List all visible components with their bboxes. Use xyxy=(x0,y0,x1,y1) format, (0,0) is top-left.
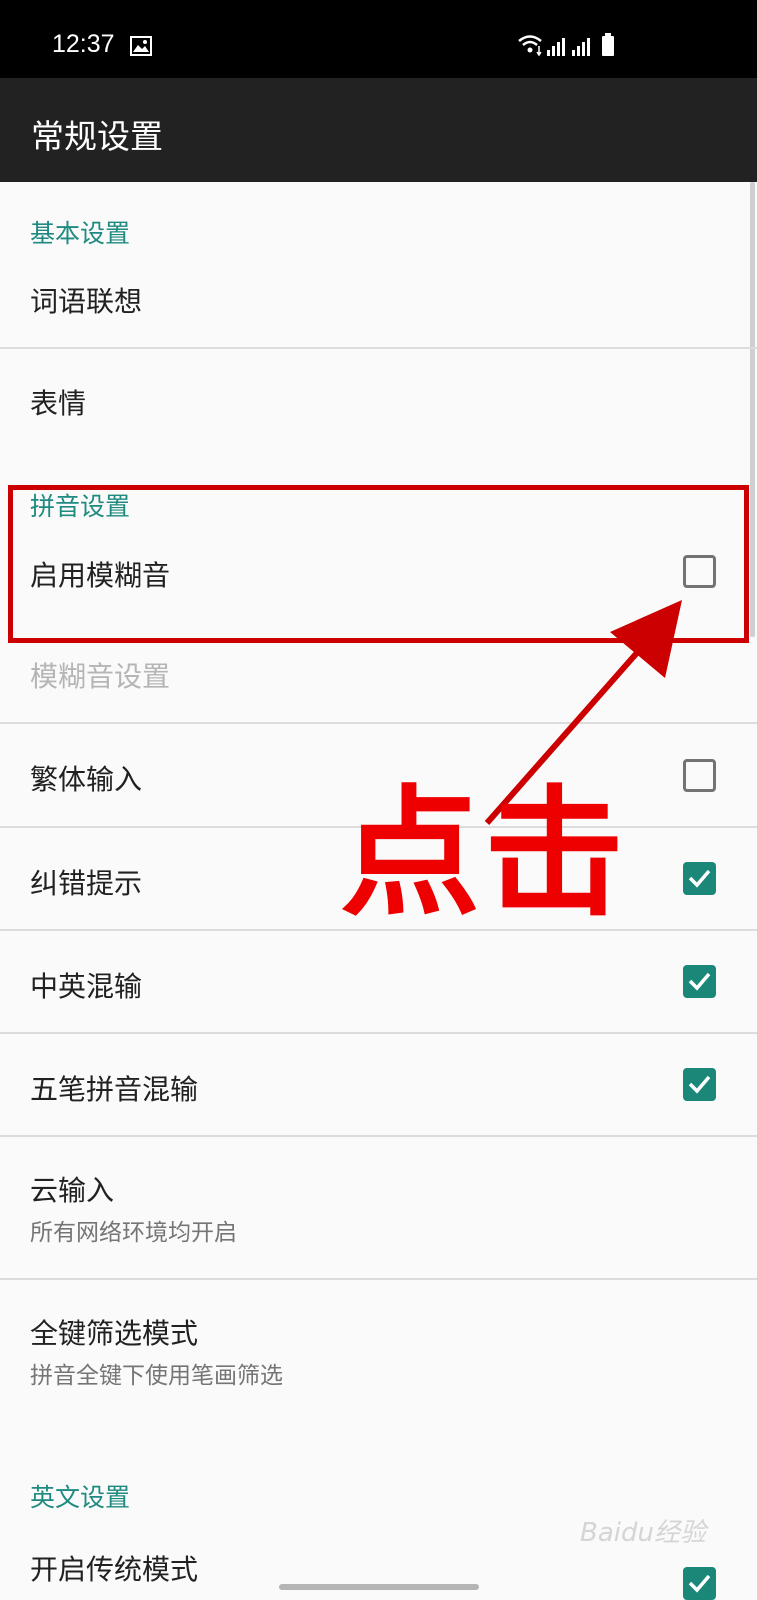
watermark: Baidu经验 xyxy=(580,1518,706,1548)
gesture-bar[interactable] xyxy=(279,1584,479,1590)
annotation-label: 点击 xyxy=(340,773,629,936)
